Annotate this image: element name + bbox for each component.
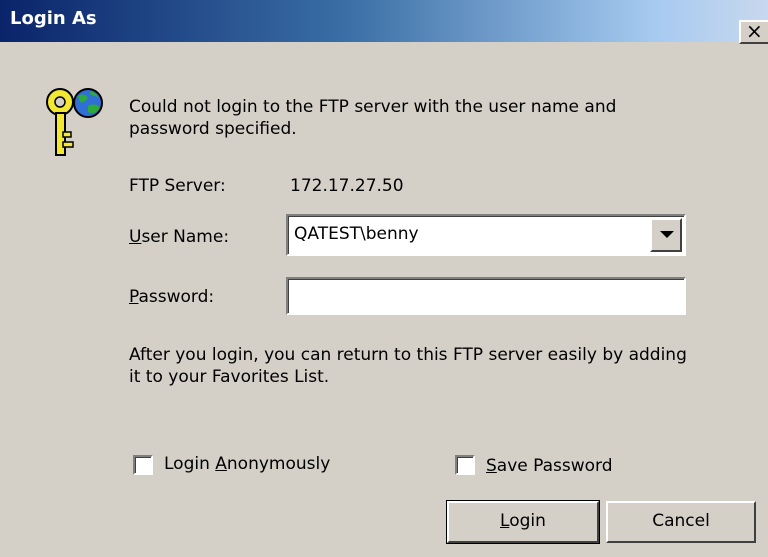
save-password-label[interactable]: Save Password [486, 455, 613, 477]
chevron-down-icon [660, 231, 674, 238]
password-label: Password: [129, 287, 215, 307]
user-name-input[interactable] [294, 220, 634, 248]
login-anonymously-checkbox[interactable] [133, 455, 153, 475]
close-icon: × [746, 19, 763, 43]
keys-globe-icon [46, 88, 103, 156]
save-password-checkbox[interactable] [455, 455, 475, 475]
error-message: Could not login to the FTP server with t… [129, 97, 617, 139]
key-back-icon [46, 88, 74, 156]
ftp-server-value: 172.17.27.50 [290, 176, 404, 196]
user-name-label: User Name: [129, 227, 230, 247]
login-button[interactable]: Login [446, 500, 600, 544]
favorites-info-text: After you login, you can return to this … [129, 345, 687, 387]
close-button[interactable]: × [739, 19, 768, 44]
window-title: Login As [10, 8, 97, 29]
login-as-dialog: Login As × Could not login to the FTP se… [0, 0, 768, 557]
password-field[interactable] [286, 277, 686, 315]
ftp-server-label: FTP Server: [129, 176, 226, 196]
user-name-combobox[interactable] [286, 214, 686, 256]
user-name-dropdown-button[interactable] [650, 218, 682, 252]
cancel-button[interactable]: Cancel [606, 501, 756, 543]
title-bar[interactable]: Login As [0, 0, 768, 42]
password-input[interactable] [294, 283, 634, 311]
login-anonymously-label[interactable]: Login Anonymously [164, 453, 330, 475]
globe-icon [73, 88, 103, 118]
